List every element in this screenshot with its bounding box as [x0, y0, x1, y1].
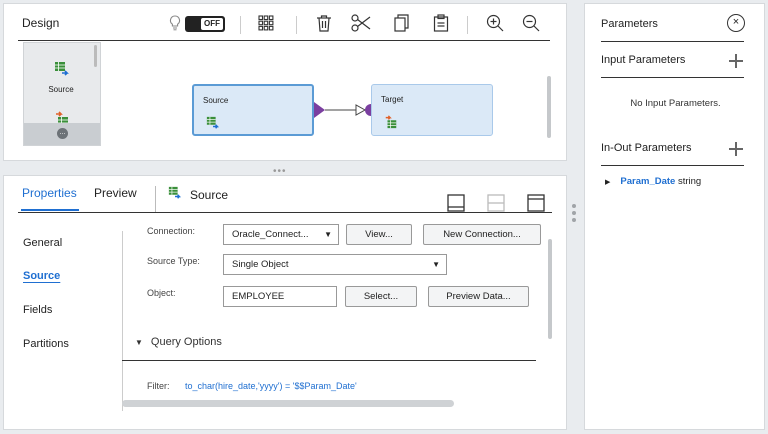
properties-panel: Properties Preview Source General Source…	[3, 175, 567, 430]
design-title: Design	[22, 16, 60, 30]
object-field[interactable]: EMPLOYEE	[223, 286, 337, 307]
copy-icon[interactable]	[391, 12, 411, 34]
nav-partitions[interactable]: Partitions	[23, 338, 69, 350]
connection-label: Connection:	[147, 226, 196, 236]
chevron-down-icon: ▼	[432, 260, 440, 269]
nav-general[interactable]: General	[23, 237, 62, 249]
inout-section-rule	[601, 165, 744, 166]
source-node-label: Source	[203, 96, 229, 105]
chevron-down-icon: ▼	[324, 230, 332, 239]
source-type-label: Source Type:	[147, 256, 200, 266]
new-connection-button[interactable]: New Connection...	[423, 224, 541, 245]
toolbar-divider	[240, 16, 241, 34]
toolbar-divider	[467, 16, 468, 34]
query-options-toggle[interactable]: ▼ Query Options	[135, 336, 222, 348]
filter-label: Filter:	[147, 381, 170, 391]
target-node-icon	[384, 115, 398, 132]
toolbar-divider	[296, 16, 297, 34]
palette-footer: ...	[24, 123, 100, 145]
select-button[interactable]: Select...	[345, 286, 417, 307]
connection-select[interactable]: Oracle_Connect... ▼	[223, 224, 339, 245]
query-options-label: Query Options	[150, 336, 222, 348]
side-split-handle[interactable]	[572, 204, 578, 225]
parameters-rule	[601, 41, 744, 42]
more-icon[interactable]: ...	[57, 128, 68, 139]
triangle-right-icon[interactable]: ▶	[605, 179, 610, 186]
zoom-out-icon[interactable]	[521, 12, 541, 34]
nav-source[interactable]: Source	[23, 270, 60, 282]
tabbar-rule	[18, 212, 552, 213]
zoom-in-icon[interactable]	[485, 12, 505, 34]
tab-divider	[155, 186, 156, 212]
source-type-select[interactable]: Single Object ▼	[223, 254, 447, 275]
close-icon[interactable]: ×	[727, 14, 745, 32]
source-node-icon	[206, 116, 220, 133]
tab-properties[interactable]: Properties	[22, 186, 77, 200]
source-transform-icon[interactable]	[54, 61, 70, 80]
toggle-switch[interactable]: OFF	[185, 16, 225, 32]
query-options-rule	[122, 360, 536, 361]
horizontal-scrollbar[interactable]	[122, 400, 454, 407]
lightbulb-icon[interactable]	[168, 12, 182, 34]
design-panel: Design OFF Source ... Source Target	[3, 3, 567, 161]
source-type-value: Single Object	[232, 259, 289, 270]
no-input-message: No Input Parameters.	[630, 98, 721, 109]
active-tab-indicator	[21, 209, 79, 211]
canvas-scrollbar[interactable]	[547, 76, 551, 138]
selected-object: Source	[168, 186, 228, 203]
filter-value[interactable]: to_char(hire_date,'yyyy') = '$$Param_Dat…	[185, 381, 357, 391]
view-button[interactable]: View...	[346, 224, 412, 245]
object-label: Object:	[147, 288, 176, 298]
triangle-down-icon: ▼	[135, 338, 143, 347]
target-node[interactable]: Target	[371, 84, 493, 136]
scissors-icon[interactable]	[350, 12, 372, 34]
nav-divider	[122, 231, 123, 411]
selected-object-label: Source	[190, 187, 229, 202]
toggle-knob	[187, 18, 197, 30]
nav-fields[interactable]: Fields	[23, 304, 52, 316]
clipboard-icon[interactable]	[431, 12, 451, 34]
source-object-icon	[168, 186, 182, 203]
add-inout-parameter-icon[interactable]	[728, 141, 744, 157]
tab-preview[interactable]: Preview	[94, 186, 137, 200]
properties-tabbar: Properties Preview Source	[18, 186, 552, 214]
parameters-panel: Parameters × Input Parameters No Input P…	[584, 3, 765, 430]
input-section-rule	[601, 77, 744, 78]
trash-icon[interactable]	[314, 12, 334, 34]
properties-scrollbar[interactable]	[548, 239, 552, 339]
source-node[interactable]: Source	[192, 84, 314, 136]
toggle-label: OFF	[201, 18, 223, 30]
parameters-title: Parameters	[601, 18, 658, 30]
param-name[interactable]: Param_Date	[620, 176, 675, 187]
grid-icon[interactable]	[256, 12, 276, 34]
list-item[interactable]: ▶ Param_Date string	[605, 176, 701, 187]
preview-data-button[interactable]: Preview Data...	[428, 286, 529, 307]
palette-scrollbar[interactable]	[94, 45, 97, 67]
add-input-parameter-icon[interactable]	[728, 53, 744, 69]
object-value: EMPLOYEE	[232, 291, 285, 302]
param-type: string	[677, 176, 702, 187]
connection-value: Oracle_Connect...	[232, 229, 309, 240]
design-header-rule	[18, 40, 550, 41]
input-parameters-heading: Input Parameters	[601, 54, 686, 66]
palette-source-label: Source	[48, 85, 74, 94]
transformation-palette: Source ...	[23, 42, 101, 146]
inout-parameters-heading: In-Out Parameters	[601, 142, 692, 154]
target-node-label: Target	[381, 95, 404, 104]
